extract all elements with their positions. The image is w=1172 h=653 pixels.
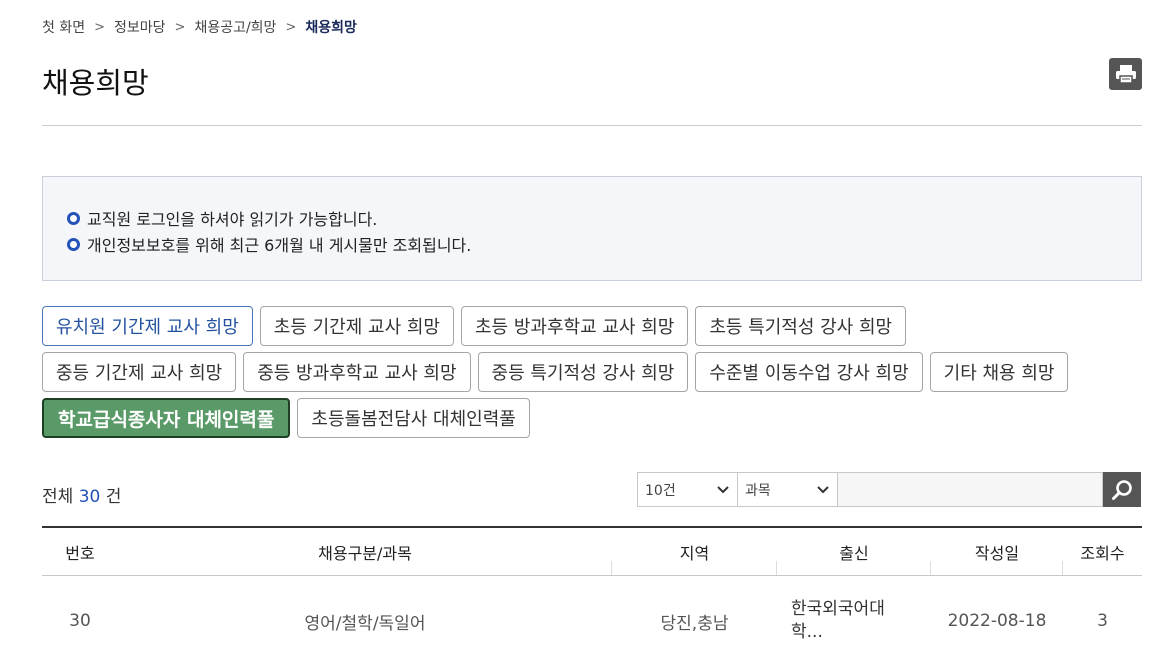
table-row[interactable]: 30 영어/철학/독일어 당진,충남 한국외국어대학... 2022-08-18… [42,576,1142,653]
category-row: 학교급식종사자 대체인력풀 초등돌봄전담사 대체인력풀 [42,398,1142,438]
chevron-right-icon: > [94,19,105,35]
search-input[interactable] [838,472,1103,507]
cell-date: 2022-08-18 [931,576,1063,653]
category-middle-special-instructor[interactable]: 중등 특기적성 강사 희망 [477,352,689,392]
total-count: 전체 30 건 [42,482,121,507]
cell-subject[interactable]: 영어/철학/독일어 [118,576,612,653]
category-school-meal-substitute-pool[interactable]: 학교급식종사자 대체인력풀 [42,398,291,438]
breadcrumb: 첫 화면 > 정보마당 > 채용공고/희망 > 채용희망 [42,17,357,37]
chevron-right-icon: > [174,19,186,35]
category-elementary-temp-teacher[interactable]: 초등 기간제 교사 희망 [259,306,454,346]
total-prefix: 전체 [42,487,74,507]
page-size-select[interactable]: 10건 [637,472,738,507]
cell-origin: 한국외국어대학... [777,576,931,653]
cell-number: 30 [69,611,91,631]
th-origin: 출신 [777,528,931,575]
breadcrumb-recruit[interactable]: 채용공고/희망 [194,17,276,37]
circle-bullet-icon [67,237,80,251]
search-icon [1112,479,1132,500]
total-number: 30 [78,487,101,507]
breadcrumb-info[interactable]: 정보마당 [114,17,166,37]
search-field-select[interactable]: 과목 [738,472,838,507]
th-subject: 채용구분/과목 [118,528,612,575]
th-views: 조회수 [1080,543,1125,563]
th-number: 번호 [65,543,95,563]
category-other-recruit[interactable]: 기타 채용 희망 [929,352,1069,392]
breadcrumb-home[interactable]: 첫 화면 [42,17,85,37]
total-suffix: 건 [105,487,122,507]
chevron-right-icon: > [285,19,297,35]
print-button[interactable] [1109,58,1142,90]
page-size-value: 10건 [645,482,676,499]
category-row: 유치원 기간제 교사 희망 초등 기간제 교사 희망 초등 방과후학교 교사 희… [42,306,1142,346]
printer-icon [1115,65,1136,84]
cell-views: 3 [1097,611,1108,631]
category-middle-temp-teacher[interactable]: 중등 기간제 교사 희망 [42,352,237,392]
recruit-table: 번호 채용구분/과목 지역 출신 작성일 조회수 30 영어/철학/독일어 당진… [42,526,1142,653]
category-kindergarten-temp-teacher[interactable]: 유치원 기간제 교사 희망 [42,306,253,346]
search-button[interactable] [1103,472,1141,507]
notice-box: 교직원 로그인을 하셔야 읽기가 가능합니다. 개인정보보호를 위해 최근 6개… [42,176,1142,281]
search-bar: 10건 과목 [637,472,1141,507]
category-buttons: 유치원 기간제 교사 희망 초등 기간제 교사 희망 초등 방과후학교 교사 희… [42,306,1142,444]
breadcrumb-current: 채용희망 [305,20,357,36]
search-field-value: 과목 [745,482,771,499]
table-header: 번호 채용구분/과목 지역 출신 작성일 조회수 [42,528,1142,576]
category-elementary-special-instructor[interactable]: 초등 특기적성 강사 희망 [695,306,907,346]
category-middle-afterschool-teacher[interactable]: 중등 방과후학교 교사 희망 [243,352,471,392]
category-row: 중등 기간제 교사 희망 중등 방과후학교 교사 희망 중등 특기적성 강사 희… [42,352,1142,392]
category-care-staff-substitute-pool[interactable]: 초등돌봄전담사 대체인력풀 [297,398,530,438]
notice-text: 교직원 로그인을 하셔야 읽기가 가능합니다. [87,210,378,229]
category-level-class-instructor[interactable]: 수준별 이동수업 강사 희망 [695,352,923,392]
th-date: 작성일 [931,528,1063,575]
title-divider [42,125,1142,126]
page-title: 채용희망 [42,66,149,100]
category-elementary-afterschool-teacher[interactable]: 초등 방과후학교 교사 희망 [460,306,689,346]
cell-region: 당진,충남 [612,576,777,653]
notice-item: 교직원 로그인을 하셔야 읽기가 가능합니다. [67,205,1141,231]
notice-item: 개인정보보호를 위해 최근 6개월 내 게시물만 조회됩니다. [67,231,1141,257]
circle-bullet-icon [67,211,80,225]
chevron-down-icon [817,485,829,493]
chevron-down-icon [717,485,729,493]
notice-text: 개인정보보호를 위해 최근 6개월 내 게시물만 조회됩니다. [87,236,472,255]
cell-origin-text: 한국외국어대학... [791,599,885,642]
th-region: 지역 [612,528,777,575]
